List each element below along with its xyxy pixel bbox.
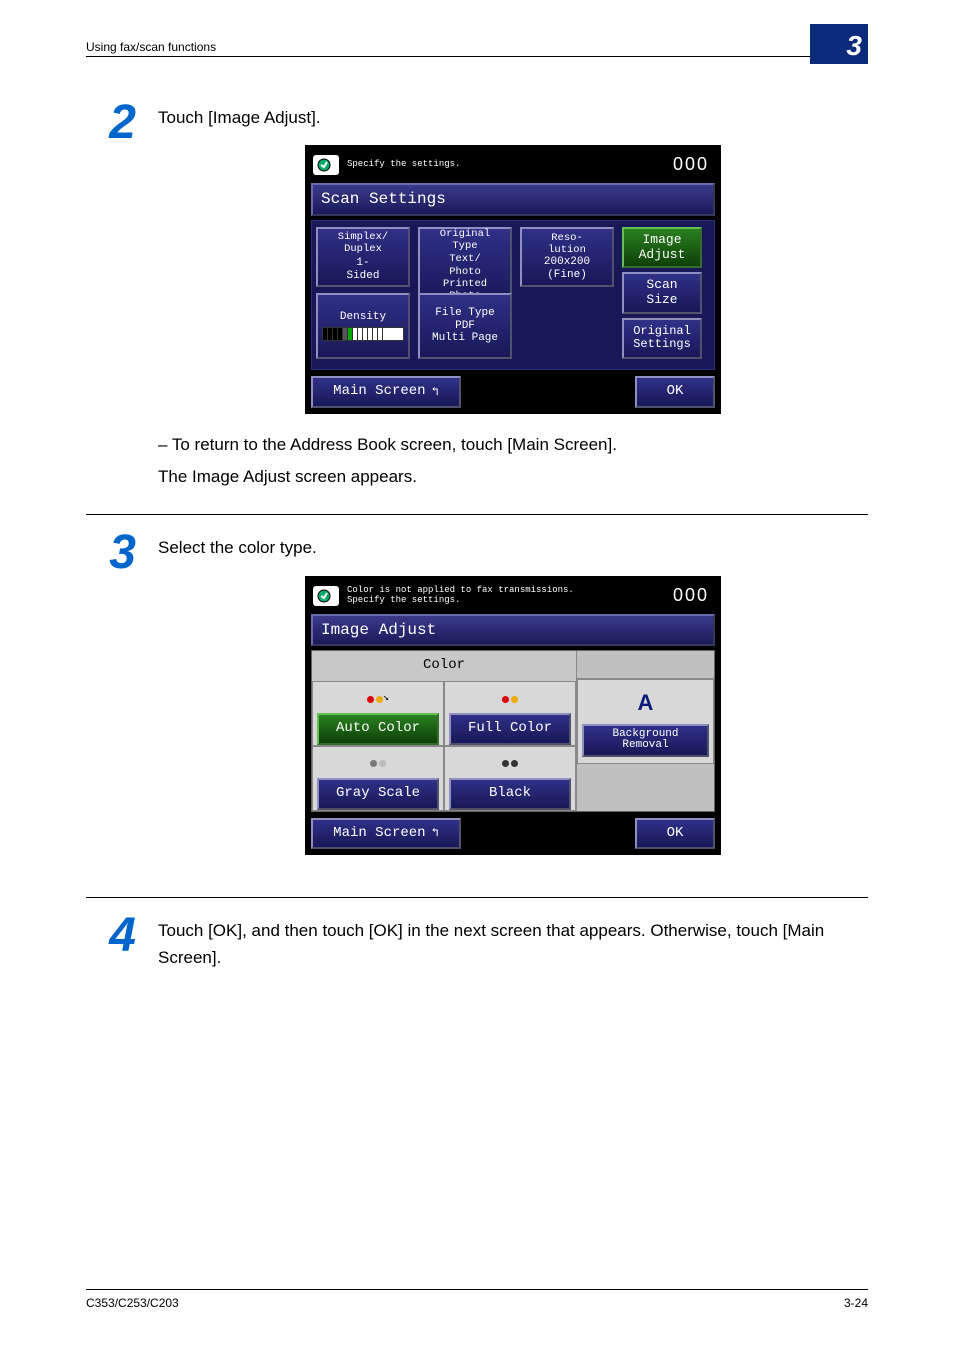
original-settings-button[interactable]: Original Settings: [622, 318, 702, 359]
black-button[interactable]: Black: [444, 746, 576, 811]
step-3-text: Select the color type.: [158, 535, 868, 561]
image-adjust-screen: Color is not applied to fax transmission…: [305, 576, 721, 855]
main-screen-button[interactable]: Main Screen ↰: [311, 818, 461, 850]
counter: 000: [673, 151, 709, 179]
footer-page: 3-24: [844, 1296, 868, 1310]
screen-title: Scan Settings: [311, 183, 715, 216]
resolution-button[interactable]: Reso- lution 200x200 (Fine): [520, 227, 614, 287]
step-2-note-2: The Image Adjust screen appears.: [158, 464, 868, 490]
file-type-button[interactable]: File Type PDF Multi Page: [418, 293, 512, 359]
ok-button[interactable]: OK: [635, 376, 715, 408]
status-icon: [313, 586, 339, 606]
letter-a-icon: A: [638, 686, 654, 720]
background-removal-button[interactable]: A Background Removal: [577, 679, 714, 763]
image-adjust-button[interactable]: Image Adjust: [622, 227, 702, 268]
density-button[interactable]: Density: [316, 293, 410, 359]
color-header: Color: [312, 651, 576, 681]
screen-title: Image Adjust: [311, 614, 715, 647]
status-icon: [313, 155, 339, 175]
step-4-number: 4: [86, 912, 158, 971]
scan-size-button[interactable]: Scan Size: [622, 272, 702, 313]
footer-model: C353/C253/C203: [86, 1296, 179, 1310]
divider: [86, 514, 868, 515]
step-2-number: 2: [86, 99, 158, 490]
step-4-text: Touch [OK], and then touch [OK] in the n…: [158, 918, 868, 971]
counter: 000: [673, 582, 709, 610]
full-color-button[interactable]: Full Color: [444, 681, 576, 746]
original-type-button[interactable]: Original Type Text/ Photo Printed Photo: [418, 227, 512, 303]
status-message: Color is not applied to fax transmission…: [347, 586, 665, 606]
chapter-badge: 3: [810, 24, 868, 64]
scan-settings-screen: Specify the settings. 000 Scan Settings …: [305, 145, 721, 413]
return-icon: ↰: [432, 824, 439, 843]
status-message: Specify the settings.: [347, 160, 665, 170]
divider: [86, 897, 868, 898]
simplex-duplex-button[interactable]: Simplex/ Duplex 1- Sided: [316, 227, 410, 287]
auto-color-button[interactable]: ↘ Auto Color: [312, 681, 444, 746]
running-header: Using fax/scan functions: [86, 40, 216, 54]
step-2-text: Touch [Image Adjust].: [158, 105, 868, 131]
main-screen-button[interactable]: Main Screen ↰: [311, 376, 461, 408]
return-icon: ↰: [432, 383, 439, 402]
ok-button[interactable]: OK: [635, 818, 715, 850]
step-2-note-1: – To return to the Address Book screen, …: [158, 432, 868, 458]
step-3-number: 3: [86, 529, 158, 873]
gray-scale-button[interactable]: Gray Scale: [312, 746, 444, 811]
density-indicator: [322, 327, 404, 341]
